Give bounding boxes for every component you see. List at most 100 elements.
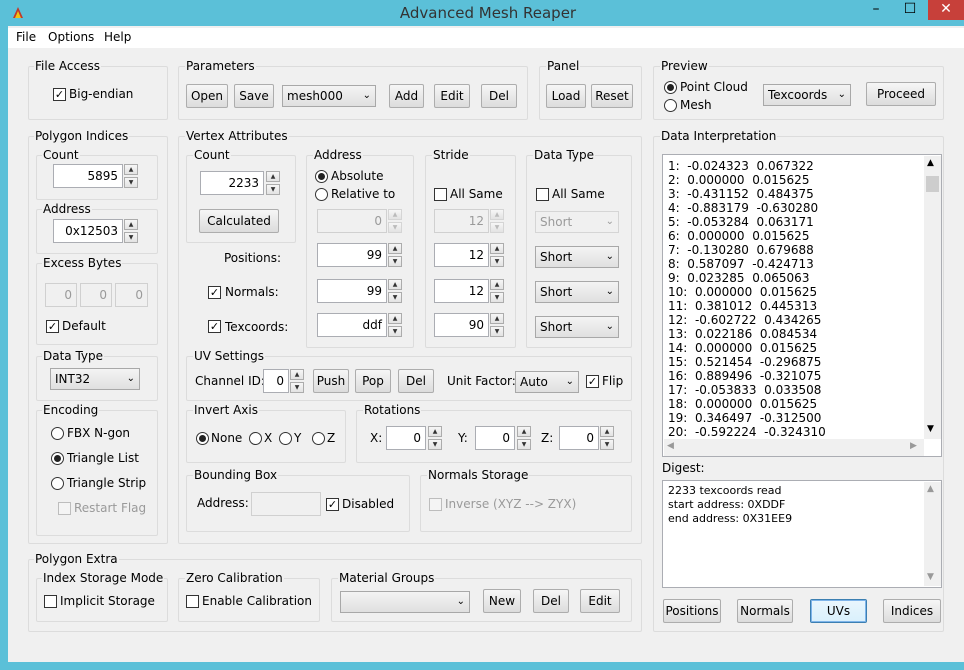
pi-count-spinner[interactable]: ▲ ▼ [124, 164, 138, 188]
pi-data-type-select[interactable]: INT32 ⌄ [50, 368, 140, 390]
relative-to-spinner[interactable]: ▲ ▼ [388, 209, 402, 233]
dtype-all-same-checkbox[interactable] [536, 188, 549, 201]
close-button[interactable]: ✕ [928, 0, 964, 20]
positions-stride-input[interactable]: 12 [434, 243, 489, 267]
texcoords-address-spinner[interactable]: ▲ ▼ [388, 313, 402, 337]
rot-x-spinner[interactable]: ▲ ▼ [428, 426, 442, 450]
texcoords-checkbox[interactable]: ✓ [208, 320, 221, 333]
pi-count-input[interactable]: 5895 [53, 164, 123, 188]
normals-button[interactable]: Normals [737, 599, 793, 623]
mesh-radio[interactable] [664, 99, 677, 112]
push-button[interactable]: Push [313, 369, 349, 393]
spin-up-icon[interactable]: ▲ [490, 279, 504, 290]
spin-down-icon[interactable]: ▼ [266, 184, 280, 195]
pi-address-input[interactable]: 0x12503 [53, 219, 123, 243]
preview-mode-select[interactable]: Texcoords ⌄ [763, 84, 851, 106]
inverse-checkbox[interactable] [429, 498, 442, 511]
excess-byte-3[interactable]: 0 [115, 283, 148, 307]
menu-help[interactable]: Help [104, 30, 131, 44]
rot-z-input[interactable]: 0 [559, 426, 599, 450]
scroll-down-icon[interactable]: ▼ [927, 572, 934, 582]
minimize-button[interactable]: – [862, 0, 890, 20]
flip-checkbox[interactable]: ✓ [586, 375, 599, 388]
spin-up-icon[interactable]: ▲ [388, 279, 402, 290]
normals-dtype-select[interactable]: Short ⌄ [535, 281, 619, 303]
save-button[interactable]: Save [234, 84, 274, 108]
spin-up-icon[interactable]: ▲ [124, 164, 138, 175]
spin-down-icon[interactable]: ▼ [490, 222, 504, 233]
channel-id-spinner[interactable]: ▲ ▼ [290, 369, 304, 393]
spin-up-icon[interactable]: ▲ [490, 243, 504, 254]
scroll-thumb[interactable] [926, 176, 939, 192]
unit-factor-select[interactable]: Auto ⌄ [515, 371, 579, 393]
rot-y-spinner[interactable]: ▲ ▼ [517, 426, 531, 450]
spin-down-icon[interactable]: ▼ [388, 326, 402, 337]
positions-dtype-select[interactable]: Short ⌄ [535, 246, 619, 268]
rot-y-input[interactable]: 0 [475, 426, 515, 450]
data-list-hscrollbar[interactable]: ◀ ▶ [664, 439, 924, 456]
spin-down-icon[interactable]: ▼ [290, 382, 304, 393]
normals-stride-spinner[interactable]: ▲ ▼ [490, 279, 504, 303]
enable-calibration-checkbox[interactable] [186, 595, 199, 608]
point-cloud-radio[interactable] [664, 81, 677, 94]
relative-to-radio[interactable] [315, 188, 328, 201]
scroll-left-icon[interactable]: ◀ [667, 441, 674, 451]
data-list[interactable]: 1: -0.024323 0.067322 2: 0.000000 0.01562… [662, 154, 942, 457]
spin-down-icon[interactable]: ▼ [490, 326, 504, 337]
digest-scrollbar[interactable]: ▲ ▼ [924, 482, 941, 586]
bbox-disabled-checkbox[interactable]: ✓ [326, 498, 339, 511]
va-count-spinner[interactable]: ▲ ▼ [266, 171, 280, 195]
pop-button[interactable]: Pop [355, 369, 391, 393]
spin-down-icon[interactable]: ▼ [124, 232, 138, 243]
spin-down-icon[interactable]: ▼ [388, 256, 402, 267]
digest-box[interactable]: 2233 texcoords read start address: 0XDDF… [662, 480, 942, 588]
edit-button[interactable]: Edit [434, 84, 470, 108]
big-endian-checkbox[interactable]: ✓ [53, 88, 66, 101]
material-groups-select[interactable]: ⌄ [340, 591, 470, 613]
bbox-address-input[interactable] [251, 492, 321, 516]
spin-up-icon[interactable]: ▲ [124, 219, 138, 230]
texcoords-dtype-select[interactable]: Short ⌄ [535, 316, 619, 338]
del-button[interactable]: Del [481, 84, 517, 108]
spin-up-icon[interactable]: ▲ [600, 426, 614, 437]
stride-all-same-checkbox[interactable] [434, 188, 447, 201]
triangle-strip-radio[interactable] [51, 477, 64, 490]
invert-z-radio[interactable] [312, 432, 325, 445]
stride-same-spinner[interactable]: ▲ ▼ [490, 209, 504, 233]
positions-address-spinner[interactable]: ▲ ▼ [388, 243, 402, 267]
spin-down-icon[interactable]: ▼ [428, 439, 442, 450]
stride-same-input[interactable]: 12 [434, 209, 489, 233]
scroll-up-icon[interactable]: ▲ [927, 484, 934, 494]
menu-options[interactable]: Options [48, 30, 94, 44]
dtype-same-select[interactable]: Short ⌄ [535, 211, 619, 233]
scroll-down-icon[interactable]: ▼ [927, 424, 934, 434]
menu-file[interactable]: File [16, 30, 36, 44]
normals-checkbox[interactable]: ✓ [208, 286, 221, 299]
scroll-right-icon[interactable]: ▶ [910, 441, 917, 451]
va-count-input[interactable]: 2233 [200, 171, 264, 195]
invert-y-radio[interactable] [279, 432, 292, 445]
channel-id-input[interactable]: 0 [263, 369, 289, 393]
proceed-button[interactable]: Proceed [866, 82, 936, 106]
spin-down-icon[interactable]: ▼ [388, 292, 402, 303]
normals-stride-input[interactable]: 12 [434, 279, 489, 303]
spin-up-icon[interactable]: ▲ [388, 313, 402, 324]
invert-none-radio[interactable] [196, 432, 209, 445]
spin-up-icon[interactable]: ▲ [517, 426, 531, 437]
triangle-list-radio[interactable] [51, 452, 64, 465]
material-del-button[interactable]: Del [533, 589, 569, 613]
open-button[interactable]: Open [186, 84, 228, 108]
positions-button[interactable]: Positions [663, 599, 721, 623]
spin-down-icon[interactable]: ▼ [124, 177, 138, 188]
normals-address-spinner[interactable]: ▲ ▼ [388, 279, 402, 303]
material-new-button[interactable]: New [483, 589, 521, 613]
indices-button[interactable]: Indices [883, 599, 941, 623]
relative-to-input[interactable]: 0 [317, 209, 387, 233]
default-checkbox[interactable]: ✓ [46, 320, 59, 333]
uvs-button[interactable]: UVs [810, 599, 867, 623]
mesh-select[interactable]: mesh000 ⌄ [282, 85, 376, 107]
maximize-button[interactable]: ☐ [896, 0, 924, 20]
texcoords-address-input[interactable]: ddf [317, 313, 387, 337]
pi-address-spinner[interactable]: ▲ ▼ [124, 219, 138, 243]
spin-up-icon[interactable]: ▲ [490, 209, 504, 220]
